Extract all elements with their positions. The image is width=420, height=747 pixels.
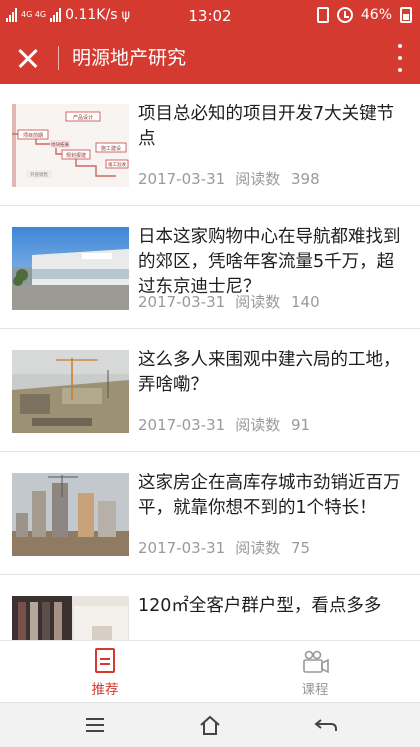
article-thumbnail [12, 596, 129, 640]
article-thumbnail [12, 473, 129, 556]
article-title[interactable]: 这家房企在高库存城市劲销近百万平，就靠你想不到的1个特长！ [138, 471, 410, 521]
reads-count: 140 [290, 293, 320, 311]
flow-step-label: 施工建设 [101, 145, 121, 152]
article-meta: 2017-03-31 阅读数 91 [138, 414, 310, 435]
battery-percent: 46% [360, 7, 392, 23]
tab-courses[interactable]: 课程 [210, 641, 420, 703]
system-nav-bar [0, 702, 420, 747]
bottom-tab-bar: 推荐 课程 [0, 640, 420, 702]
close-icon[interactable] [12, 42, 44, 74]
article-meta: 2017-03-31 阅读数 398 [138, 168, 320, 189]
flow-step-label: 竣工验收 [108, 161, 126, 168]
reads-label: 阅读数 [235, 170, 281, 188]
reads-label: 阅读数 [235, 416, 281, 434]
article-title[interactable]: 120㎡全客户群户型，看点多多 [138, 594, 410, 619]
flow-step-label: 项目前期 [23, 132, 43, 139]
flow-step-label: 规划报建 [66, 152, 86, 159]
reads-count: 91 [290, 416, 311, 434]
app-bar: 明源地产研究 [0, 32, 420, 84]
article-date: 2017-03-31 [138, 170, 226, 188]
status-bar: 4G 4G 0.11K/s ψ 13:02 46% [0, 0, 420, 32]
reads-count: 75 [290, 539, 311, 557]
video-camera-icon [303, 650, 329, 674]
page-title: 明源地产研究 [72, 47, 187, 69]
tab-label: 推荐 [91, 682, 119, 698]
reads-label: 阅读数 [235, 293, 281, 311]
article-list: 产品设计 项目前期 地块拓展 规划报建 施工建设 竣工验收 开盘销售 项目总必知… [0, 84, 420, 640]
back-icon[interactable] [311, 711, 341, 739]
flow-step-label: 地块拓展 [51, 141, 69, 148]
app-bar-divider [58, 46, 59, 70]
menu-icon[interactable] [80, 711, 110, 739]
document-icon [95, 648, 115, 673]
reads-label: 阅读数 [235, 539, 281, 557]
article-item[interactable]: 日本这家购物中心在导航都难找到的郊区，凭啥年客流量5千万，超过东京迪士尼？ 20… [0, 207, 420, 329]
battery-icon [400, 7, 412, 23]
article-item[interactable]: 120㎡全客户群户型，看点多多 [0, 576, 420, 640]
article-meta: 2017-03-31 阅读数 140 [138, 291, 320, 312]
article-title[interactable]: 项目总必知的项目开发7大关键节点 [138, 102, 410, 152]
tab-recommend[interactable]: 推荐 [0, 641, 210, 703]
article-date: 2017-03-31 [138, 293, 226, 311]
article-date: 2017-03-31 [138, 416, 226, 434]
status-right: 46% [316, 7, 412, 23]
article-thumbnail: 产品设计 项目前期 地块拓展 规划报建 施工建设 竣工验收 开盘销售 [12, 104, 129, 187]
reads-count: 398 [290, 170, 320, 188]
article-item[interactable]: 产品设计 项目前期 地块拓展 规划报建 施工建设 竣工验收 开盘销售 项目总必知… [0, 84, 420, 206]
article-item[interactable]: 这么多人来围观中建六局的工地，弄啥嘞？ 2017-03-31 阅读数 91 [0, 330, 420, 452]
article-thumbnail [12, 227, 129, 310]
sim-icon [316, 7, 329, 23]
article-title[interactable]: 日本这家购物中心在导航都难找到的郊区，凭啥年客流量5千万，超过东京迪士尼？ [138, 225, 410, 300]
tab-label: 课程 [301, 682, 329, 698]
article-date: 2017-03-31 [138, 539, 226, 557]
article-title[interactable]: 这么多人来围观中建六局的工地，弄啥嘞？ [138, 348, 410, 398]
more-options-icon[interactable] [396, 44, 404, 72]
home-icon[interactable] [195, 711, 225, 739]
flow-step-label: 产品设计 [73, 114, 93, 121]
flow-step-label: 开盘销售 [30, 171, 48, 178]
alarm-clock-icon [336, 7, 353, 23]
article-meta: 2017-03-31 阅读数 75 [138, 537, 310, 558]
article-thumbnail [12, 350, 129, 433]
article-item[interactable]: 这家房企在高库存城市劲销近百万平，就靠你想不到的1个特长！ 2017-03-31… [0, 453, 420, 575]
